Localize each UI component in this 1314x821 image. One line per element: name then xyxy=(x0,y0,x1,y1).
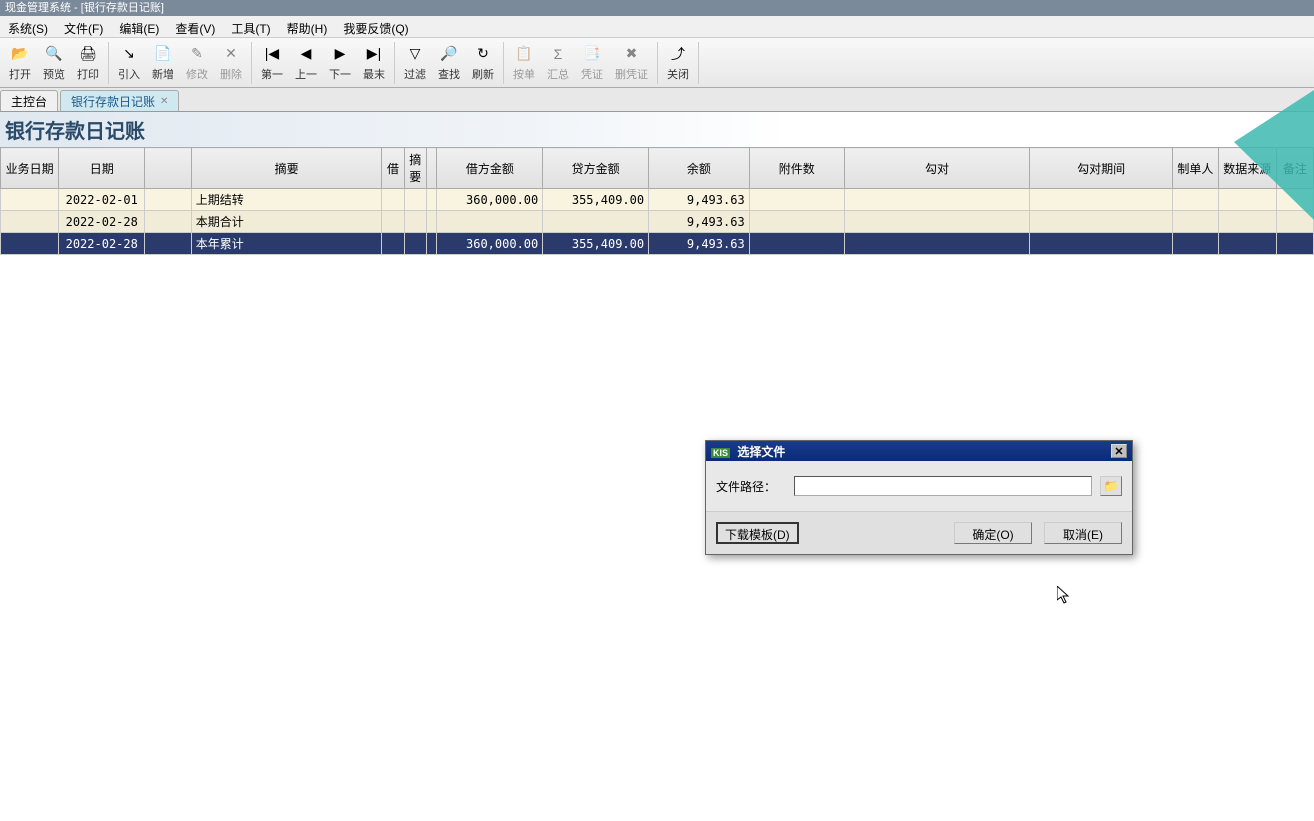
toolbar-上一[interactable]: ◀上一 xyxy=(289,42,323,84)
下一-icon: ▶ xyxy=(330,44,350,64)
删凭证-icon: ✖ xyxy=(622,44,642,64)
table-row[interactable]: 2022-02-28本期合计9,493.63 xyxy=(1,211,1314,233)
toolbar: 📂打开🔍预览🖨打印↘引入📄新增✎修改✕删除|◀第一◀上一▶下一▶|最末▽过滤🔎查… xyxy=(0,38,1314,88)
page-header: 银行存款日记账 xyxy=(0,112,1314,147)
table-row[interactable]: 2022-02-28本年累计360,000.00355,409.009,493.… xyxy=(1,233,1314,255)
预览-icon: 🔍 xyxy=(44,44,64,64)
file-path-input[interactable] xyxy=(794,476,1092,496)
column-header[interactable]: 借 xyxy=(382,148,404,189)
menu-system[interactable]: 系统(S) xyxy=(0,18,56,35)
data-table-container: 业务日期日期摘要借摘要借方金额贷方金额余额附件数勾对勾对期间制单人数据来源备注 … xyxy=(0,147,1314,255)
toolbar-查找[interactable]: 🔎查找 xyxy=(432,42,466,84)
column-header[interactable]: 制单人 xyxy=(1173,148,1219,189)
window-title: 现金管理系统 - [银行存款日记账] xyxy=(5,2,164,14)
close-icon[interactable]: ✕ xyxy=(160,96,168,107)
toolbar-新增[interactable]: 📄新增 xyxy=(146,42,180,84)
column-header[interactable] xyxy=(145,148,192,189)
browse-button[interactable]: 📁 xyxy=(1100,476,1122,496)
关闭-icon: ⤴ xyxy=(668,44,688,64)
window-title-bar: 现金管理系统 - [银行存款日记账] xyxy=(0,0,1314,16)
column-header[interactable]: 日期 xyxy=(59,148,145,189)
上一-icon: ◀ xyxy=(296,44,316,64)
journal-table: 业务日期日期摘要借摘要借方金额贷方金额余额附件数勾对勾对期间制单人数据来源备注 … xyxy=(0,147,1314,255)
toolbar-最末[interactable]: ▶|最末 xyxy=(357,42,391,84)
menu-edit[interactable]: 编辑(E) xyxy=(111,18,167,35)
column-header[interactable]: 附件数 xyxy=(749,148,844,189)
dialog-title-bar[interactable]: KIS 选择文件 ✕ xyxy=(706,441,1132,461)
toolbar-过滤[interactable]: ▽过滤 xyxy=(398,42,432,84)
dialog-footer: 下载模板(D) 确定(O) 取消(E) xyxy=(706,511,1132,554)
menu-file[interactable]: 文件(F) xyxy=(56,18,111,35)
toolbar-凭证: 📑凭证 xyxy=(575,42,609,84)
修改-icon: ✎ xyxy=(187,44,207,64)
column-header[interactable]: 贷方金额 xyxy=(543,148,649,189)
cancel-button[interactable]: 取消(E) xyxy=(1044,522,1122,544)
查找-icon: 🔎 xyxy=(439,44,459,64)
toolbar-修改: ✎修改 xyxy=(180,42,214,84)
column-header[interactable]: 勾对期间 xyxy=(1030,148,1173,189)
toolbar-关闭[interactable]: ⤴关闭 xyxy=(661,42,695,84)
凭证-icon: 📑 xyxy=(582,44,602,64)
menu-tools[interactable]: 工具(T) xyxy=(223,18,278,35)
打开-icon: 📂 xyxy=(10,44,30,64)
引入-icon: ↘ xyxy=(119,44,139,64)
column-header[interactable]: 业务日期 xyxy=(1,148,59,189)
toolbar-引入[interactable]: ↘引入 xyxy=(112,42,146,84)
toolbar-第一[interactable]: |◀第一 xyxy=(255,42,289,84)
dialog-body: 文件路径： 📁 xyxy=(706,461,1132,511)
toolbar-删除: ✕删除 xyxy=(214,42,248,84)
toolbar-打开[interactable]: 📂打开 xyxy=(3,42,37,84)
mouse-cursor xyxy=(1057,586,1073,611)
dialog-close-button[interactable]: ✕ xyxy=(1111,444,1127,458)
toolbar-刷新[interactable]: ↻刷新 xyxy=(466,42,500,84)
download-template-button[interactable]: 下载模板(D) xyxy=(716,522,799,544)
menu-help[interactable]: 帮助(H) xyxy=(279,18,336,35)
column-header[interactable]: 借方金额 xyxy=(437,148,543,189)
table-row[interactable]: 2022-02-01上期结转360,000.00355,409.009,493.… xyxy=(1,189,1314,211)
column-header[interactable] xyxy=(426,148,437,189)
menu-view[interactable]: 查看(V) xyxy=(167,18,223,35)
toolbar-下一[interactable]: ▶下一 xyxy=(323,42,357,84)
file-path-label: 文件路径： xyxy=(716,478,786,495)
第一-icon: |◀ xyxy=(262,44,282,64)
toolbar-按单: 📋按单 xyxy=(507,42,541,84)
tab-bank-deposit-journal[interactable]: 银行存款日记账 ✕ xyxy=(60,90,179,111)
打印-icon: 🖨 xyxy=(78,44,98,64)
column-header[interactable]: 勾对 xyxy=(844,148,1029,189)
删除-icon: ✕ xyxy=(221,44,241,64)
toolbar-预览[interactable]: 🔍预览 xyxy=(37,42,71,84)
toolbar-汇总: Σ汇总 xyxy=(541,42,575,84)
tab-main-console[interactable]: 主控台 xyxy=(0,90,58,111)
过滤-icon: ▽ xyxy=(405,44,425,64)
新增-icon: 📄 xyxy=(153,44,173,64)
toolbar-删凭证: ✖删凭证 xyxy=(609,42,654,84)
ok-button[interactable]: 确定(O) xyxy=(954,522,1032,544)
刷新-icon: ↻ xyxy=(473,44,493,64)
folder-icon: 📁 xyxy=(1104,479,1119,493)
汇总-icon: Σ xyxy=(548,44,568,64)
dialog-title: 选择文件 xyxy=(737,445,785,459)
menu-feedback[interactable]: 我要反馈(Q) xyxy=(335,18,416,35)
column-header[interactable]: 摘要 xyxy=(191,148,382,189)
最末-icon: ▶| xyxy=(364,44,384,64)
kis-logo-icon: KIS xyxy=(711,448,730,458)
toolbar-打印[interactable]: 🖨打印 xyxy=(71,42,105,84)
column-header[interactable]: 余额 xyxy=(649,148,750,189)
按单-icon: 📋 xyxy=(514,44,534,64)
page-title: 银行存款日记账 xyxy=(5,115,145,144)
menu-bar: 系统(S) 文件(F) 编辑(E) 查看(V) 工具(T) 帮助(H) 我要反馈… xyxy=(0,16,1314,38)
tab-strip: 主控台 银行存款日记账 ✕ xyxy=(0,88,1314,112)
file-select-dialog: KIS 选择文件 ✕ 文件路径： 📁 下载模板(D) 确定(O) 取消(E) xyxy=(705,440,1133,555)
column-header[interactable]: 摘要 xyxy=(404,148,426,189)
